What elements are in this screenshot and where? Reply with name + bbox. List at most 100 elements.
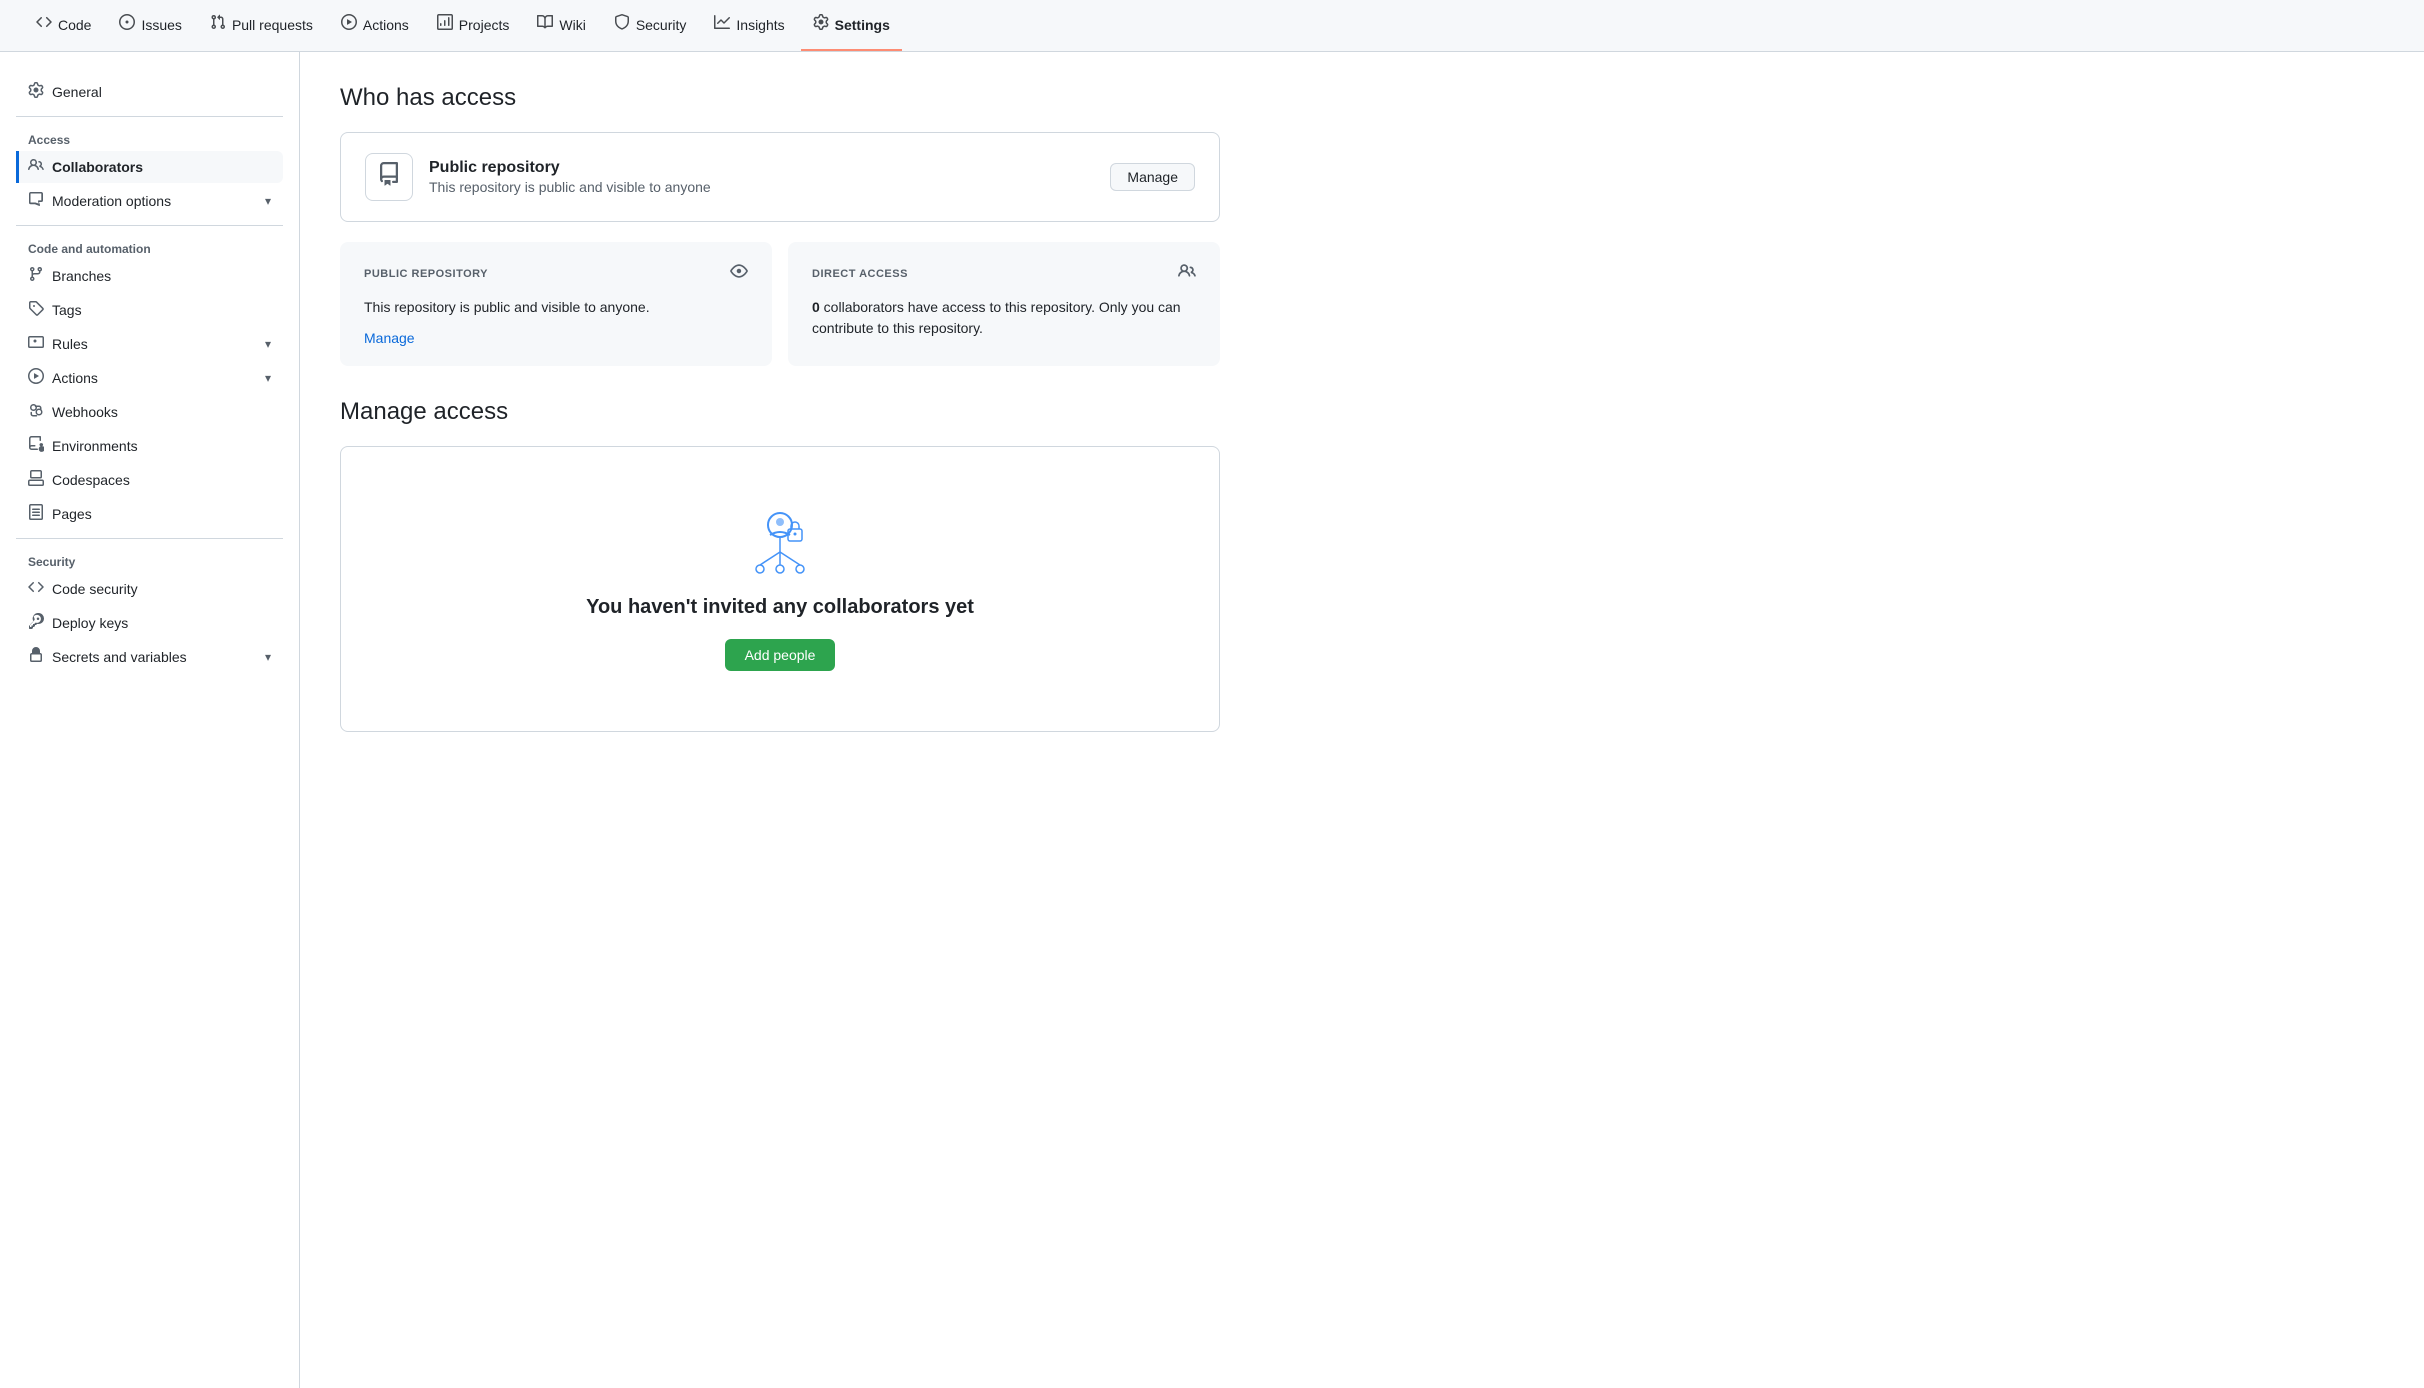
- settings-icon: [813, 14, 829, 35]
- branch-icon: [28, 266, 44, 286]
- wiki-icon: [537, 14, 553, 35]
- nav-projects[interactable]: Projects: [425, 0, 522, 52]
- public-repo-icon-container: [365, 153, 413, 201]
- nav-settings-label: Settings: [835, 17, 890, 33]
- nav-pull-requests[interactable]: Pull requests: [198, 0, 325, 52]
- codespaces-label: Codespaces: [52, 472, 130, 488]
- sidebar-item-tags[interactable]: Tags: [16, 294, 283, 326]
- pages-icon: [28, 504, 44, 524]
- code-security-icon: [28, 579, 44, 599]
- manage-access-section: Manage access: [340, 398, 1220, 732]
- branches-label: Branches: [52, 268, 111, 284]
- no-collaborators-title: You haven't invited any collaborators ye…: [586, 596, 974, 619]
- general-icon: [28, 82, 44, 102]
- nav-code-label: Code: [58, 17, 91, 33]
- sidebar-item-webhooks[interactable]: Webhooks: [16, 396, 283, 428]
- direct-access-count: 0: [812, 299, 820, 315]
- general-label: General: [52, 84, 102, 100]
- moderation-icon: [28, 191, 44, 211]
- who-has-access-title: Who has access: [340, 84, 1220, 112]
- insights-icon: [714, 14, 730, 35]
- nav-projects-label: Projects: [459, 17, 510, 33]
- public-panel-text: This repository is public and visible to…: [364, 299, 650, 315]
- collaborators-illustration: [740, 507, 820, 580]
- direct-access-text: collaborators have access to this reposi…: [812, 299, 1181, 336]
- sidebar-section-security: Security Code security Deploy keys: [16, 547, 283, 673]
- sidebar-item-branches[interactable]: Branches: [16, 260, 283, 292]
- deploy-keys-icon: [28, 613, 44, 633]
- code-automation-label: Code and automation: [16, 234, 283, 260]
- public-panel-label: PUBLIC REPOSITORY: [364, 268, 488, 280]
- nav-security[interactable]: Security: [602, 0, 699, 52]
- rules-icon: [28, 334, 44, 354]
- nav-settings[interactable]: Settings: [801, 0, 902, 52]
- sidebar-item-actions[interactable]: Actions ▾: [16, 362, 283, 394]
- sidebar-item-collaborators[interactable]: Collaborators: [16, 151, 283, 183]
- tag-icon: [28, 300, 44, 320]
- nav-pull-requests-label: Pull requests: [232, 17, 313, 33]
- nav-security-label: Security: [636, 17, 687, 33]
- secrets-icon: [28, 647, 44, 667]
- sidebar-item-rules[interactable]: Rules ▾: [16, 328, 283, 360]
- direct-access-panel: DIRECT ACCESS 0 collaborators have acces…: [788, 242, 1220, 366]
- sidebar-divider: [16, 116, 283, 117]
- sidebar-divider-2: [16, 225, 283, 226]
- nav-insights[interactable]: Insights: [702, 0, 796, 52]
- manage-access-box: You haven't invited any collaborators ye…: [340, 446, 1220, 732]
- actions-chevron: ▾: [265, 371, 271, 385]
- actions-sidebar-label: Actions: [52, 370, 98, 386]
- moderation-label: Moderation options: [52, 193, 171, 209]
- webhooks-label: Webhooks: [52, 404, 118, 420]
- public-panel-manage-link[interactable]: Manage: [364, 330, 415, 346]
- collaborators-label: Collaborators: [52, 159, 143, 175]
- pages-label: Pages: [52, 506, 92, 522]
- sidebar-item-deploy-keys[interactable]: Deploy keys: [16, 607, 283, 639]
- main-content: Who has access Public repository This re…: [300, 52, 1260, 1388]
- sidebar-item-environments[interactable]: Environments: [16, 430, 283, 462]
- page-layout: General Access Collaborators Modera: [0, 52, 2424, 1388]
- top-nav: Code Issues Pull requests Actions Projec…: [0, 0, 2424, 52]
- info-panels: PUBLIC REPOSITORY This repository is pub…: [340, 242, 1220, 366]
- sidebar-general[interactable]: General: [16, 76, 283, 108]
- people-icon: [1178, 262, 1196, 285]
- eye-icon: [730, 262, 748, 285]
- sidebar-item-codespaces[interactable]: Codespaces: [16, 464, 283, 496]
- security-section-label: Security: [16, 547, 283, 573]
- nav-insights-label: Insights: [736, 17, 784, 33]
- add-people-button[interactable]: Add people: [725, 639, 836, 671]
- tags-label: Tags: [52, 302, 82, 318]
- public-repo-description: This repository is public and visible to…: [429, 179, 1094, 195]
- manage-access-title: Manage access: [340, 398, 1220, 426]
- pull-requests-icon: [210, 14, 226, 35]
- sidebar-section-code-automation: Code and automation Branches Tags: [16, 234, 283, 530]
- actions-icon: [341, 14, 357, 35]
- sidebar-item-secrets[interactable]: Secrets and variables ▾: [16, 641, 283, 673]
- nav-wiki[interactable]: Wiki: [525, 0, 597, 52]
- access-section-label: Access: [16, 125, 283, 151]
- public-panel: PUBLIC REPOSITORY This repository is pub…: [340, 242, 772, 366]
- nav-actions[interactable]: Actions: [329, 0, 421, 52]
- public-repo-title: Public repository: [429, 159, 1094, 177]
- nav-issues[interactable]: Issues: [107, 0, 193, 52]
- sidebar-item-moderation[interactable]: Moderation options ▾: [16, 185, 283, 217]
- issues-icon: [119, 14, 135, 35]
- public-repo-card: Public repository This repository is pub…: [340, 132, 1220, 222]
- nav-actions-label: Actions: [363, 17, 409, 33]
- codespaces-icon: [28, 470, 44, 490]
- environments-label: Environments: [52, 438, 138, 454]
- code-icon: [36, 14, 52, 35]
- secrets-chevron: ▾: [265, 650, 271, 664]
- sidebar-divider-3: [16, 538, 283, 539]
- collaborators-icon: [28, 157, 44, 177]
- sidebar-section-access: Access Collaborators Moderation options …: [16, 125, 283, 217]
- projects-icon: [437, 14, 453, 35]
- rules-label: Rules: [52, 336, 88, 352]
- sidebar: General Access Collaborators Modera: [0, 52, 300, 1388]
- rules-chevron: ▾: [265, 337, 271, 351]
- sidebar-item-pages[interactable]: Pages: [16, 498, 283, 530]
- manage-button[interactable]: Manage: [1110, 163, 1195, 191]
- secrets-label: Secrets and variables: [52, 649, 187, 665]
- nav-code[interactable]: Code: [24, 0, 103, 52]
- code-security-label: Code security: [52, 581, 138, 597]
- sidebar-item-code-security[interactable]: Code security: [16, 573, 283, 605]
